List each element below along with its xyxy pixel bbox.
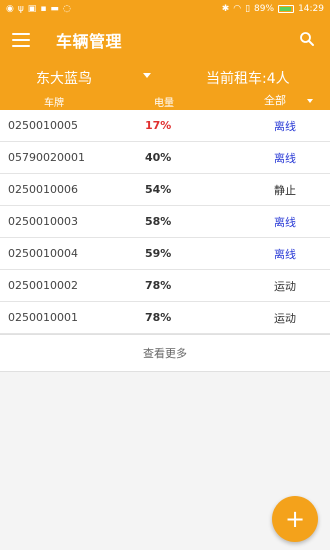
status-system: ✱ ◠ ▯ 89% 14:29 — [222, 4, 324, 14]
vehicle-row[interactable]: 0250010003 58% 离线 — [0, 206, 330, 238]
vehicle-row[interactable]: 0250010005 17% 离线 — [0, 110, 330, 142]
vehicle-status: 离线 — [274, 119, 296, 133]
clock-time: 14:29 — [298, 4, 324, 14]
battery-percent: 89% — [254, 4, 275, 14]
vehicle-power: 40% — [145, 151, 172, 164]
vehicle-plate: 0250010001 — [8, 311, 78, 324]
vehicle-plate: 0250010003 — [8, 215, 78, 228]
vibrate-icon: ▯ — [245, 3, 251, 14]
vehicle-plate: 0250010004 — [8, 247, 78, 260]
vehicle-status: 运动 — [274, 279, 296, 293]
vehicle-power: 54% — [145, 183, 172, 196]
clock-icon: ◌ — [62, 3, 71, 14]
message-icon: ▬ — [50, 3, 59, 14]
app-bar: 车辆管理 — [0, 18, 330, 62]
column-header-power: 电量 — [154, 98, 174, 109]
wifi-icon: ◠ — [233, 3, 242, 14]
vehicle-status: 离线 — [274, 151, 296, 165]
vehicle-row[interactable]: 0250010006 54% 静止 — [0, 174, 330, 206]
vehicle-row[interactable]: 0250010001 78% 运动 — [0, 302, 330, 334]
status-notifications: ◉ ψ ▣ ▪ ▬ ◌ — [6, 3, 71, 14]
vehicle-row[interactable]: 0250010004 59% 离线 — [0, 238, 330, 270]
battery-fill — [280, 7, 291, 11]
vehicle-row[interactable]: 05790020001 40% 离线 — [0, 142, 330, 174]
notification-icon: ▪ — [40, 3, 47, 14]
vehicle-plate: 0250010005 — [8, 119, 78, 132]
vehicle-status: 静止 — [274, 183, 296, 197]
vehicle-power: 78% — [145, 311, 172, 324]
menu-line — [12, 45, 30, 47]
current-renters: 当前租车:4人 — [206, 71, 290, 87]
station-dropdown-icon[interactable] — [143, 73, 151, 78]
vehicle-power: 78% — [145, 279, 172, 292]
vehicle-power: 58% — [145, 215, 172, 228]
vehicle-power: 17% — [145, 119, 172, 132]
load-more-button[interactable]: 查看更多 — [0, 334, 330, 372]
vehicle-plate: 0250010002 — [8, 279, 78, 292]
status-bar: ◉ ψ ▣ ▪ ▬ ◌ ✱ ◠ ▯ 89% 14:29 — [0, 0, 330, 18]
station-selector[interactable]: 东大蓝鸟 — [36, 68, 92, 88]
usb-icon: ψ — [17, 3, 24, 14]
filter-bar: 东大蓝鸟 当前租车:4人 车牌 电量 全部 — [0, 62, 330, 110]
menu-line — [12, 33, 30, 35]
vehicle-status: 离线 — [274, 247, 296, 261]
image-icon: ▣ — [27, 3, 37, 14]
add-vehicle-button[interactable]: + — [272, 496, 318, 542]
status-filter-selector[interactable]: 全部 — [264, 92, 286, 108]
vehicle-status: 运动 — [274, 311, 296, 325]
status-dropdown-icon[interactable] — [307, 99, 313, 103]
vehicle-row[interactable]: 0250010002 78% 运动 — [0, 270, 330, 302]
search-icon[interactable] — [298, 30, 316, 48]
battery-icon — [278, 5, 295, 13]
vehicle-list: 0250010005 17% 离线 05790020001 40% 离线 025001000… — [0, 110, 330, 334]
menu-line — [12, 39, 30, 41]
column-header-plate: 车牌 — [44, 98, 64, 109]
menu-icon[interactable] — [12, 33, 30, 47]
vehicle-plate: 05790020001 — [8, 151, 85, 164]
vehicle-status: 离线 — [274, 215, 296, 229]
vehicle-plate: 0250010006 — [8, 183, 78, 196]
page-title: 车辆管理 — [56, 32, 123, 51]
bluetooth-icon: ✱ — [221, 3, 230, 14]
weibo-icon: ◉ — [6, 3, 14, 14]
vehicle-power: 59% — [145, 247, 172, 260]
